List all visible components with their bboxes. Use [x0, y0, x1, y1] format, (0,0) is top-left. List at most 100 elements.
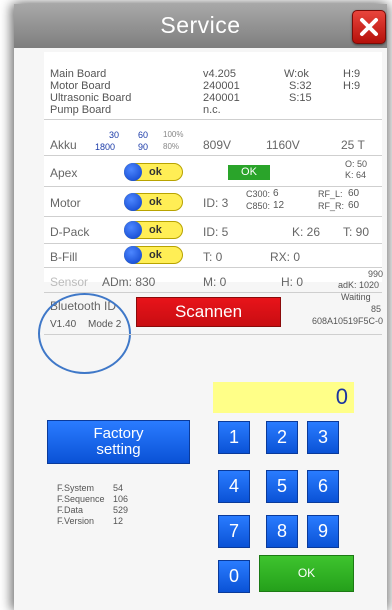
fstat-value: 106: [113, 494, 129, 504]
toggle-knob: [124, 163, 142, 181]
fstat-label: F.Sequence: [57, 494, 105, 504]
dpack-t-value: T: 90: [343, 225, 370, 239]
key-7[interactable]: 7: [218, 515, 250, 548]
akku-value: 60: [138, 130, 149, 140]
motor-id: ID: 3: [203, 196, 229, 210]
key-6[interactable]: 6: [307, 470, 339, 503]
board-humidity: H:9: [343, 68, 361, 80]
factory-setting-button[interactable]: Factory setting: [47, 420, 190, 464]
akku-value: 1800: [95, 142, 116, 152]
fstat-value: 54: [113, 483, 124, 493]
motor-c300-value: 6: [273, 188, 279, 199]
bluetooth-count: 85: [371, 304, 382, 314]
key-4[interactable]: 4: [218, 470, 250, 503]
key-5[interactable]: 5: [266, 470, 298, 503]
akku-label: Akku: [50, 138, 77, 152]
apex-k-value: K: 64: [345, 170, 367, 180]
bluetooth-waiting: Waiting: [341, 292, 371, 302]
key-0[interactable]: 0: [218, 560, 250, 593]
divider: [44, 243, 382, 244]
akku-value: 90: [138, 142, 149, 152]
sensor-adm-value: ADm: 830: [102, 275, 156, 289]
ok-button[interactable]: OK: [259, 555, 354, 592]
divider: [44, 186, 382, 187]
motor-c300-label: C300:: [246, 189, 271, 199]
bfill-label: B-Fill: [50, 250, 78, 264]
board-status: S:32: [289, 80, 312, 92]
apex-o-value: O: 50: [345, 159, 368, 169]
scan-button[interactable]: Scannen: [136, 297, 281, 327]
motor-c850-label: C850:: [246, 201, 271, 211]
fstat-label: F.Version: [57, 516, 95, 526]
board-humidity: H:9: [343, 80, 361, 92]
motor-c850-value: 12: [273, 200, 285, 211]
toggle-knob: [124, 246, 142, 264]
window-title: Service: [160, 12, 241, 38]
keypad-display: 0: [213, 382, 354, 413]
dpack-label: D-Pack: [50, 225, 90, 239]
motor-toggle[interactable]: ok: [124, 193, 183, 211]
motor-rfr-label: RF_R:: [318, 201, 345, 211]
fstat-value: 12: [113, 516, 124, 526]
bfill-toggle[interactable]: ok: [124, 246, 183, 264]
akku-voltage-2: 1160V: [266, 138, 300, 152]
dpack-id: ID: 5: [203, 225, 229, 239]
board-label: Pump Board: [50, 104, 112, 116]
divider: [44, 334, 382, 335]
akku-percent: 80%: [163, 142, 180, 151]
toggle-label: ok: [149, 166, 162, 178]
close-icon: [360, 18, 378, 36]
divider: [44, 267, 382, 268]
toggle-knob: [124, 221, 142, 239]
board-label: Ultrasonic Board: [50, 92, 132, 104]
factory-setting-label: setting: [96, 441, 141, 458]
apex-toggle[interactable]: ok: [124, 163, 183, 181]
divider: [44, 155, 382, 156]
key-9[interactable]: 9: [307, 515, 339, 548]
fstat-label: F.System: [57, 483, 95, 493]
keypad-display-value: 0: [335, 384, 348, 409]
title-bar: Service: [14, 4, 387, 48]
sensor-990-value: 990: [368, 269, 384, 279]
toggle-knob: [124, 193, 142, 211]
apex-status-badge: OK: [228, 165, 270, 180]
motor-rfl-label: RF_L:: [318, 189, 343, 199]
bfill-t-value: T: 0: [203, 250, 223, 264]
board-label: Motor Board: [50, 80, 111, 92]
bluetooth-address: 608A10519F5C-0: [312, 316, 384, 326]
key-1[interactable]: 1: [218, 421, 250, 454]
sensor-adk-value: adK: 1020: [338, 280, 380, 290]
akku-voltage-1: 809V: [203, 138, 232, 152]
board-status: S:15: [289, 92, 312, 104]
motor-rfl-value: 60: [348, 188, 360, 199]
key-2[interactable]: 2: [266, 421, 298, 454]
fstat-label: F.Data: [57, 505, 84, 515]
toggle-label: ok: [149, 224, 162, 236]
apex-label: Apex: [50, 166, 78, 180]
board-version: 240001: [203, 80, 240, 92]
close-button[interactable]: [352, 10, 386, 44]
key-3[interactable]: 3: [307, 421, 339, 454]
motor-label: Motor: [50, 196, 81, 210]
dpack-k-value: K: 26: [292, 225, 321, 239]
bfill-rx-value: RX: 0: [270, 250, 301, 264]
board-label: Main Board: [50, 68, 107, 80]
toggle-label: ok: [149, 196, 162, 208]
factory-setting-label: Factory: [93, 425, 144, 442]
divider: [44, 292, 382, 293]
board-version: 240001: [203, 92, 240, 104]
akku-temperature: 25 T: [341, 138, 365, 152]
akku-percent: 100%: [163, 130, 184, 139]
board-version: v4.205: [203, 68, 237, 80]
fstat-value: 529: [113, 505, 129, 515]
key-8[interactable]: 8: [266, 515, 298, 548]
board-version: n.c.: [203, 104, 221, 116]
divider: [44, 119, 382, 120]
dpack-toggle[interactable]: ok: [124, 221, 183, 239]
toggle-label: ok: [149, 249, 162, 261]
sensor-h-value: H: 0: [281, 275, 304, 289]
divider: [44, 216, 382, 217]
akku-value: 30: [109, 130, 120, 140]
sensor-label: Sensor: [50, 275, 89, 289]
sensor-m-value: M: 0: [203, 275, 227, 289]
